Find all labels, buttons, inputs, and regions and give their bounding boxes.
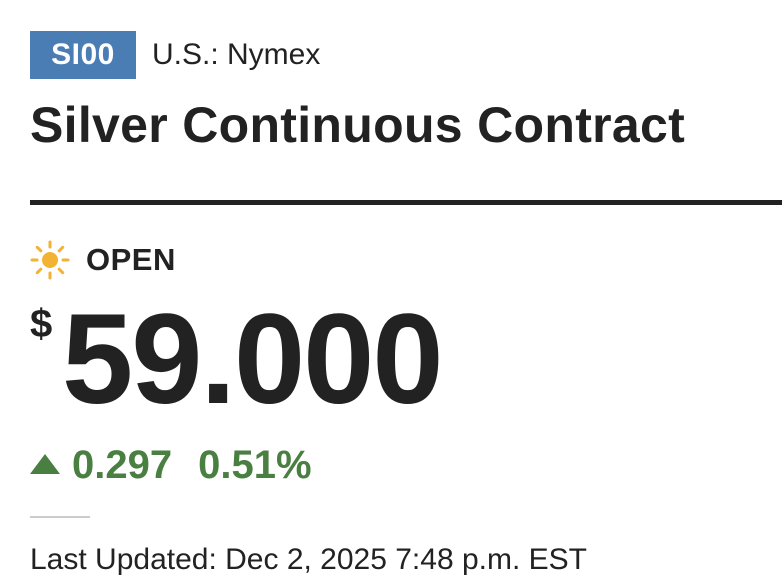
page-title: Silver Continuous Contract — [30, 97, 686, 153]
currency-symbol: $ — [30, 302, 53, 346]
quote-page: SI00 U.S.: Nymex Silver Continuous Contr… — [0, 0, 782, 582]
change-percent: 0.51% — [198, 442, 312, 487]
sun-icon — [30, 240, 70, 280]
footer-divider — [30, 516, 90, 518]
price-value: 59.000 — [62, 288, 443, 431]
ticker-badge[interactable]: SI00 — [30, 31, 136, 79]
ticker-row: SI00 U.S.: Nymex — [30, 31, 320, 79]
status-label: OPEN — [86, 242, 176, 277]
price-change: 0.297 0.51% — [30, 440, 312, 490]
arrow-up-icon — [30, 454, 60, 474]
last-updated: Last Updated: Dec 2, 2025 7:48 p.m. EST — [30, 543, 587, 576]
market-status: OPEN — [30, 240, 176, 280]
header-divider — [30, 200, 782, 205]
change-value: 0.297 — [72, 442, 173, 487]
exchange-label: U.S.: Nymex — [152, 38, 321, 71]
